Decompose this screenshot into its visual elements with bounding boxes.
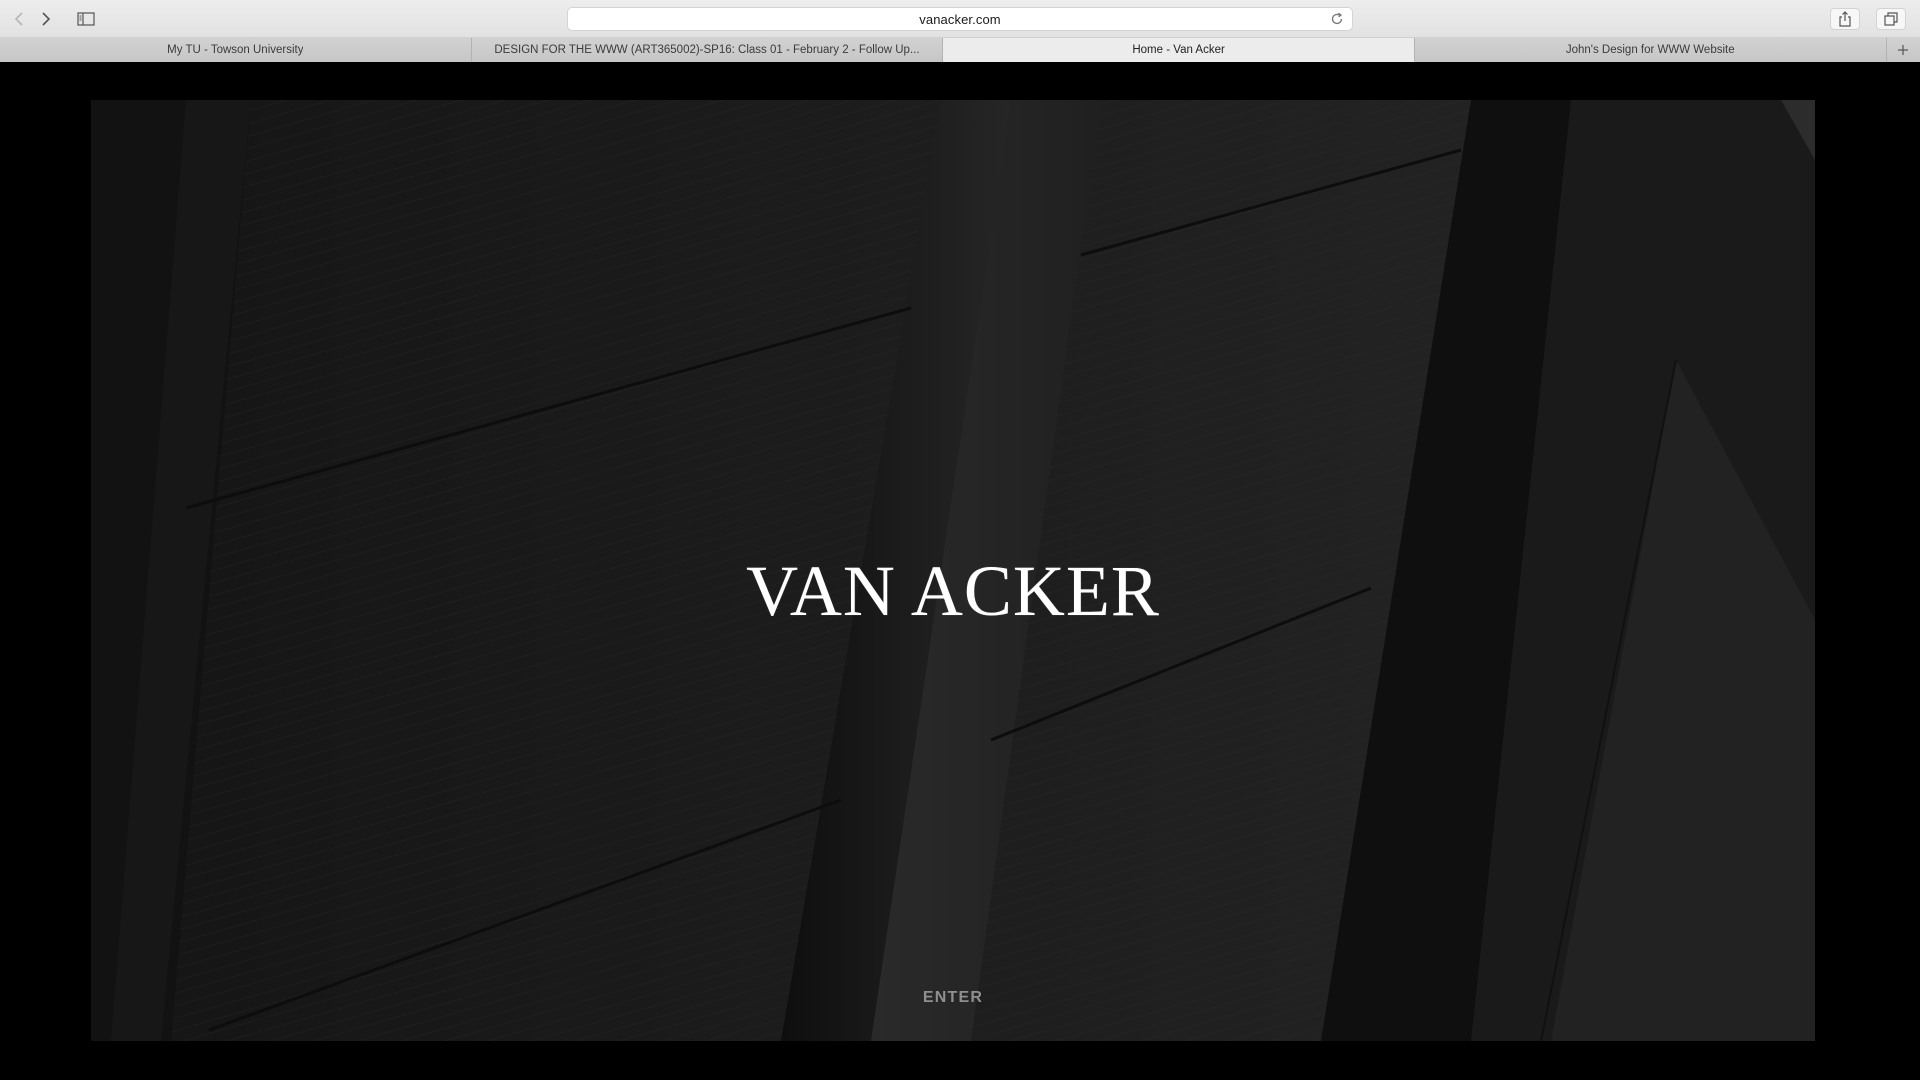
share-icon bbox=[1839, 11, 1851, 27]
reload-button[interactable] bbox=[1330, 12, 1344, 31]
tab-title: Home - Van Acker bbox=[1132, 43, 1225, 56]
forward-button[interactable] bbox=[35, 8, 57, 30]
forward-icon bbox=[42, 12, 51, 26]
tab-design-for-www[interactable]: DESIGN FOR THE WWW (ART365002)-SP16: Cla… bbox=[471, 38, 944, 62]
browser-toolbar: vanacker.com bbox=[0, 0, 1920, 38]
sidebar-button[interactable] bbox=[72, 8, 100, 30]
hero-section: VAN ACKER ENTER bbox=[91, 100, 1815, 1041]
tab-van-acker[interactable]: Home - Van Acker bbox=[943, 38, 1415, 62]
share-button[interactable] bbox=[1830, 8, 1860, 30]
back-icon bbox=[14, 12, 23, 26]
new-tab-icon bbox=[1898, 45, 1909, 55]
enter-link[interactable]: ENTER bbox=[91, 989, 1815, 1007]
web-page: VAN ACKER ENTER bbox=[0, 62, 1920, 1080]
tab-bar: My TU - Towson University DESIGN FOR THE… bbox=[0, 38, 1920, 62]
reload-icon bbox=[1331, 12, 1343, 25]
tab-title: My TU - Towson University bbox=[167, 44, 304, 56]
back-button[interactable] bbox=[8, 8, 30, 30]
new-tab-button[interactable] bbox=[1886, 38, 1920, 62]
tabs-overview-button[interactable] bbox=[1876, 8, 1906, 30]
tab-title: DESIGN FOR THE WWW (ART365002)-SP16: Cla… bbox=[494, 44, 920, 56]
address-bar[interactable]: vanacker.com bbox=[567, 7, 1353, 31]
address-text: vanacker.com bbox=[919, 11, 1001, 27]
brand-logo: VAN ACKER bbox=[746, 551, 1160, 631]
tabs-overview-icon bbox=[1884, 12, 1898, 26]
tab-johns-website[interactable]: John's Design for WWW Website bbox=[1414, 38, 1887, 62]
tab-title: John's Design for WWW Website bbox=[1565, 44, 1735, 56]
sidebar-icon bbox=[77, 12, 95, 26]
tab-my-tu[interactable]: My TU - Towson University bbox=[0, 38, 472, 62]
